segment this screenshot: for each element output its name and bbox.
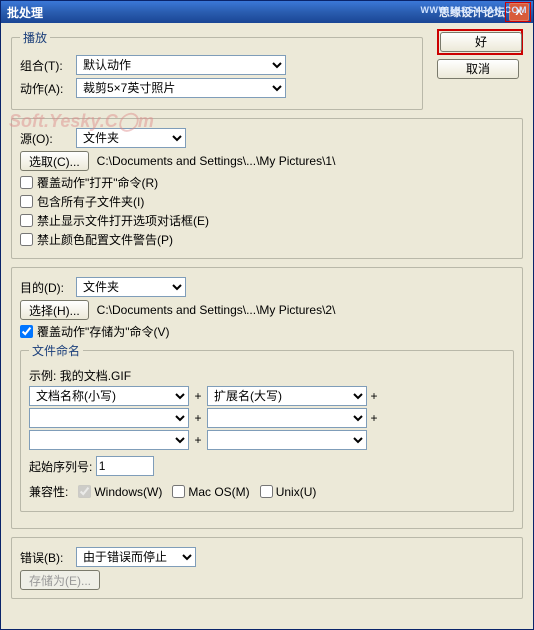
chk-override-saveas[interactable] bbox=[20, 325, 33, 338]
compat-label: 兼容性: bbox=[29, 483, 68, 500]
name-field-3[interactable] bbox=[29, 408, 189, 428]
chk-macos-label: Mac OS(M) bbox=[188, 485, 249, 499]
plus-4: + bbox=[367, 411, 381, 425]
chk-suppress-color-warn-label: 禁止颜色配置文件警告(P) bbox=[37, 231, 173, 248]
name-field-6[interactable] bbox=[207, 430, 367, 450]
errors-select[interactable]: 由于错误而停止 bbox=[76, 547, 196, 567]
window-title: 批处理 bbox=[7, 4, 439, 21]
name-field-4[interactable] bbox=[207, 408, 367, 428]
example-label: 示例: bbox=[29, 367, 56, 384]
source-group: 源(O): 文件夹 选取(C)... C:\Documents and Sett… bbox=[11, 118, 523, 259]
titlebar: 批处理 思缘设计论坛 WWW.MISSYUAN.COM X bbox=[1, 1, 533, 23]
chk-macos[interactable] bbox=[172, 485, 185, 498]
errors-label: 错误(B): bbox=[20, 549, 76, 566]
action-label: 动作(A): bbox=[20, 80, 76, 97]
chk-unix-label: Unix(U) bbox=[276, 485, 317, 499]
source-label: 源(O): bbox=[20, 130, 76, 147]
cancel-button[interactable]: 取消 bbox=[437, 59, 519, 79]
set-select[interactable]: 默认动作 bbox=[76, 55, 286, 75]
play-group: 播放 组合(T): 默认动作 动作(A): 裁剪5×7英寸照片 bbox=[11, 29, 423, 110]
chk-suppress-open-dialog[interactable] bbox=[20, 214, 33, 227]
plus-3: + bbox=[189, 411, 207, 425]
name-field-1[interactable]: 文档名称(小写) bbox=[29, 386, 189, 406]
plus-5: + bbox=[189, 433, 207, 447]
plus-2: + bbox=[367, 389, 381, 403]
naming-group: 文件命名 示例: 我的文档.GIF 文档名称(小写) + 扩展名(大写) + +… bbox=[20, 342, 514, 512]
chk-override-open[interactable] bbox=[20, 176, 33, 189]
source-select[interactable]: 文件夹 bbox=[76, 128, 186, 148]
chk-suppress-open-dialog-label: 禁止显示文件打开选项对话框(E) bbox=[37, 212, 209, 229]
chk-unix[interactable] bbox=[260, 485, 273, 498]
titlebar-url: WWW.MISSYUAN.COM bbox=[421, 5, 528, 15]
chk-override-open-label: 覆盖动作"打开"命令(R) bbox=[37, 174, 158, 191]
ok-button[interactable]: 好 bbox=[440, 32, 522, 52]
errors-group: 错误(B): 由于错误而停止 存储为(E)... bbox=[11, 537, 523, 599]
source-choose-button[interactable]: 选取(C)... bbox=[20, 151, 89, 171]
name-field-5[interactable] bbox=[29, 430, 189, 450]
play-legend: 播放 bbox=[20, 29, 50, 46]
dest-path: C:\Documents and Settings\...\My Picture… bbox=[97, 303, 336, 317]
chk-subfolders-label: 包含所有子文件夹(I) bbox=[37, 193, 144, 210]
naming-legend: 文件命名 bbox=[29, 342, 83, 359]
ok-highlight: 好 bbox=[437, 29, 523, 55]
example-value: 我的文档.GIF bbox=[60, 367, 131, 384]
dest-choose-button[interactable]: 选择(H)... bbox=[20, 300, 89, 320]
plus-1: + bbox=[189, 389, 207, 403]
chk-suppress-color-warn[interactable] bbox=[20, 233, 33, 246]
chk-windows bbox=[78, 485, 91, 498]
dest-label: 目的(D): bbox=[20, 279, 76, 296]
start-seq-label: 起始序列号: bbox=[29, 458, 92, 475]
chk-override-saveas-label: 覆盖动作"存储为"命令(V) bbox=[37, 323, 170, 340]
set-label: 组合(T): bbox=[20, 57, 76, 74]
chk-subfolders[interactable] bbox=[20, 195, 33, 208]
dest-select[interactable]: 文件夹 bbox=[76, 277, 186, 297]
action-select[interactable]: 裁剪5×7英寸照片 bbox=[76, 78, 286, 98]
name-field-2[interactable]: 扩展名(大写) bbox=[207, 386, 367, 406]
source-path: C:\Documents and Settings\...\My Picture… bbox=[97, 154, 336, 168]
errors-saveas-button: 存储为(E)... bbox=[20, 570, 100, 590]
start-seq-input[interactable] bbox=[96, 456, 154, 476]
dest-group: 目的(D): 文件夹 选择(H)... C:\Documents and Set… bbox=[11, 267, 523, 529]
chk-windows-label: Windows(W) bbox=[94, 485, 162, 499]
